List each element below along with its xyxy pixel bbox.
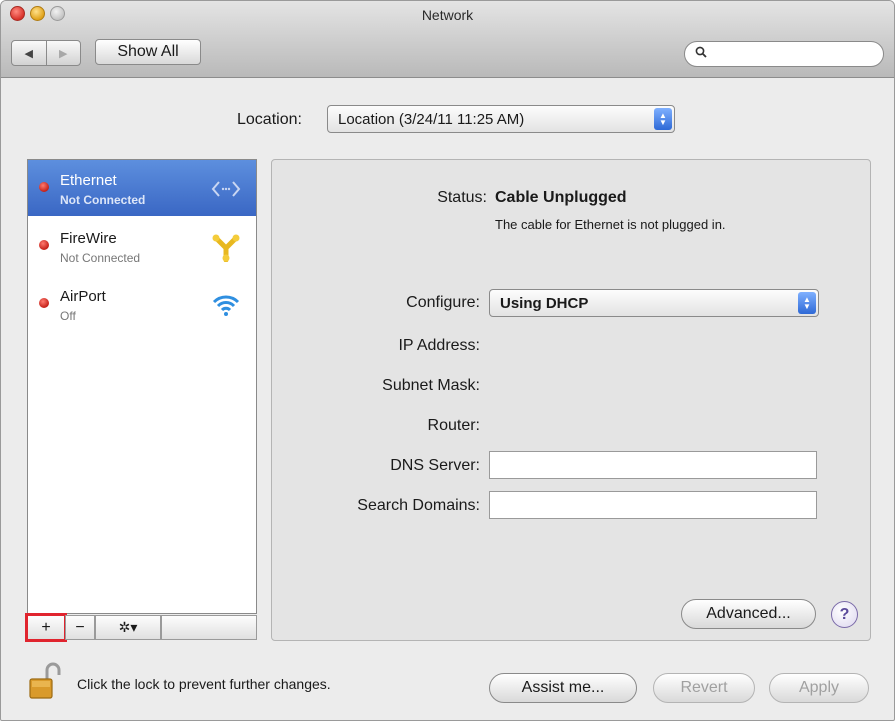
location-value: Location (3/24/11 11:25 AM): [338, 110, 525, 128]
service-name: AirPort: [60, 288, 106, 305]
status-value: Cable Unplugged: [495, 189, 627, 206]
configure-value: Using DHCP: [500, 294, 589, 312]
router-label: Router:: [427, 417, 480, 434]
service-list: Ethernet Not Connected FireWire Not Conn…: [27, 159, 257, 614]
lock-icon[interactable]: [25, 661, 65, 701]
service-status: Off: [60, 309, 76, 323]
action-menu-button[interactable]: ✲▾: [95, 615, 161, 640]
service-item-airport[interactable]: AirPort Off: [28, 276, 256, 332]
revert-button[interactable]: Revert: [653, 673, 755, 703]
lock-message: Click the lock to prevent further change…: [77, 676, 331, 692]
ip-address-label: IP Address:: [398, 337, 480, 354]
configure-label: Configure:: [406, 294, 480, 311]
service-name: Ethernet: [60, 172, 117, 189]
advanced-button[interactable]: Advanced...: [681, 599, 816, 629]
service-status: Not Connected: [60, 251, 141, 265]
search-domains-field[interactable]: [489, 491, 817, 519]
firewire-icon: [212, 234, 240, 262]
apply-button[interactable]: Apply: [769, 673, 869, 703]
wifi-icon: [212, 295, 240, 316]
popup-arrows-icon: ▲ ▼: [654, 108, 672, 130]
subnet-mask-label: Subnet Mask:: [382, 377, 480, 394]
assist-me-button[interactable]: Assist me...: [489, 673, 637, 703]
status-dot-icon: [39, 298, 49, 308]
search-field[interactable]: [684, 41, 884, 67]
add-service-button[interactable]: +: [25, 613, 67, 642]
dns-server-label: DNS Server:: [390, 457, 480, 474]
service-list-toolbar: + − ✲▾: [25, 613, 257, 642]
service-item-firewire[interactable]: FireWire Not Connected: [28, 218, 256, 274]
back-forward-control: ◀ ▶: [11, 40, 81, 66]
remove-service-button[interactable]: −: [65, 615, 95, 640]
title-bar: Network ◀ ▶ Show All: [1, 1, 894, 78]
dns-server-field[interactable]: [489, 451, 817, 479]
service-item-ethernet[interactable]: Ethernet Not Connected: [28, 160, 256, 216]
forward-button[interactable]: ▶: [47, 41, 81, 65]
ethernet-icon: [211, 181, 241, 197]
network-window: Network ◀ ▶ Show All Location: Location …: [0, 0, 895, 721]
gear-icon: ✲▾: [118, 619, 138, 635]
toolbar-filler: [161, 615, 257, 640]
show-all-button[interactable]: Show All: [95, 39, 201, 65]
service-status: Not Connected: [60, 193, 146, 207]
status-label: Status:: [437, 189, 487, 206]
location-label: Location:: [237, 111, 302, 128]
help-button[interactable]: ?: [831, 601, 858, 628]
configure-popup[interactable]: Using DHCP ▲ ▼: [489, 289, 819, 317]
status-description: The cable for Ethernet is not plugged in…: [495, 217, 726, 232]
service-name: FireWire: [60, 230, 117, 247]
location-popup[interactable]: Location (3/24/11 11:25 AM) ▲ ▼: [327, 105, 675, 133]
popup-arrows-icon: ▲ ▼: [798, 292, 816, 314]
search-icon: [695, 46, 707, 61]
search-domains-label: Search Domains:: [357, 497, 480, 514]
status-dot-icon: [39, 240, 49, 250]
status-dot-icon: [39, 182, 49, 192]
window-title: Network: [421, 7, 474, 23]
back-button[interactable]: ◀: [12, 41, 47, 65]
